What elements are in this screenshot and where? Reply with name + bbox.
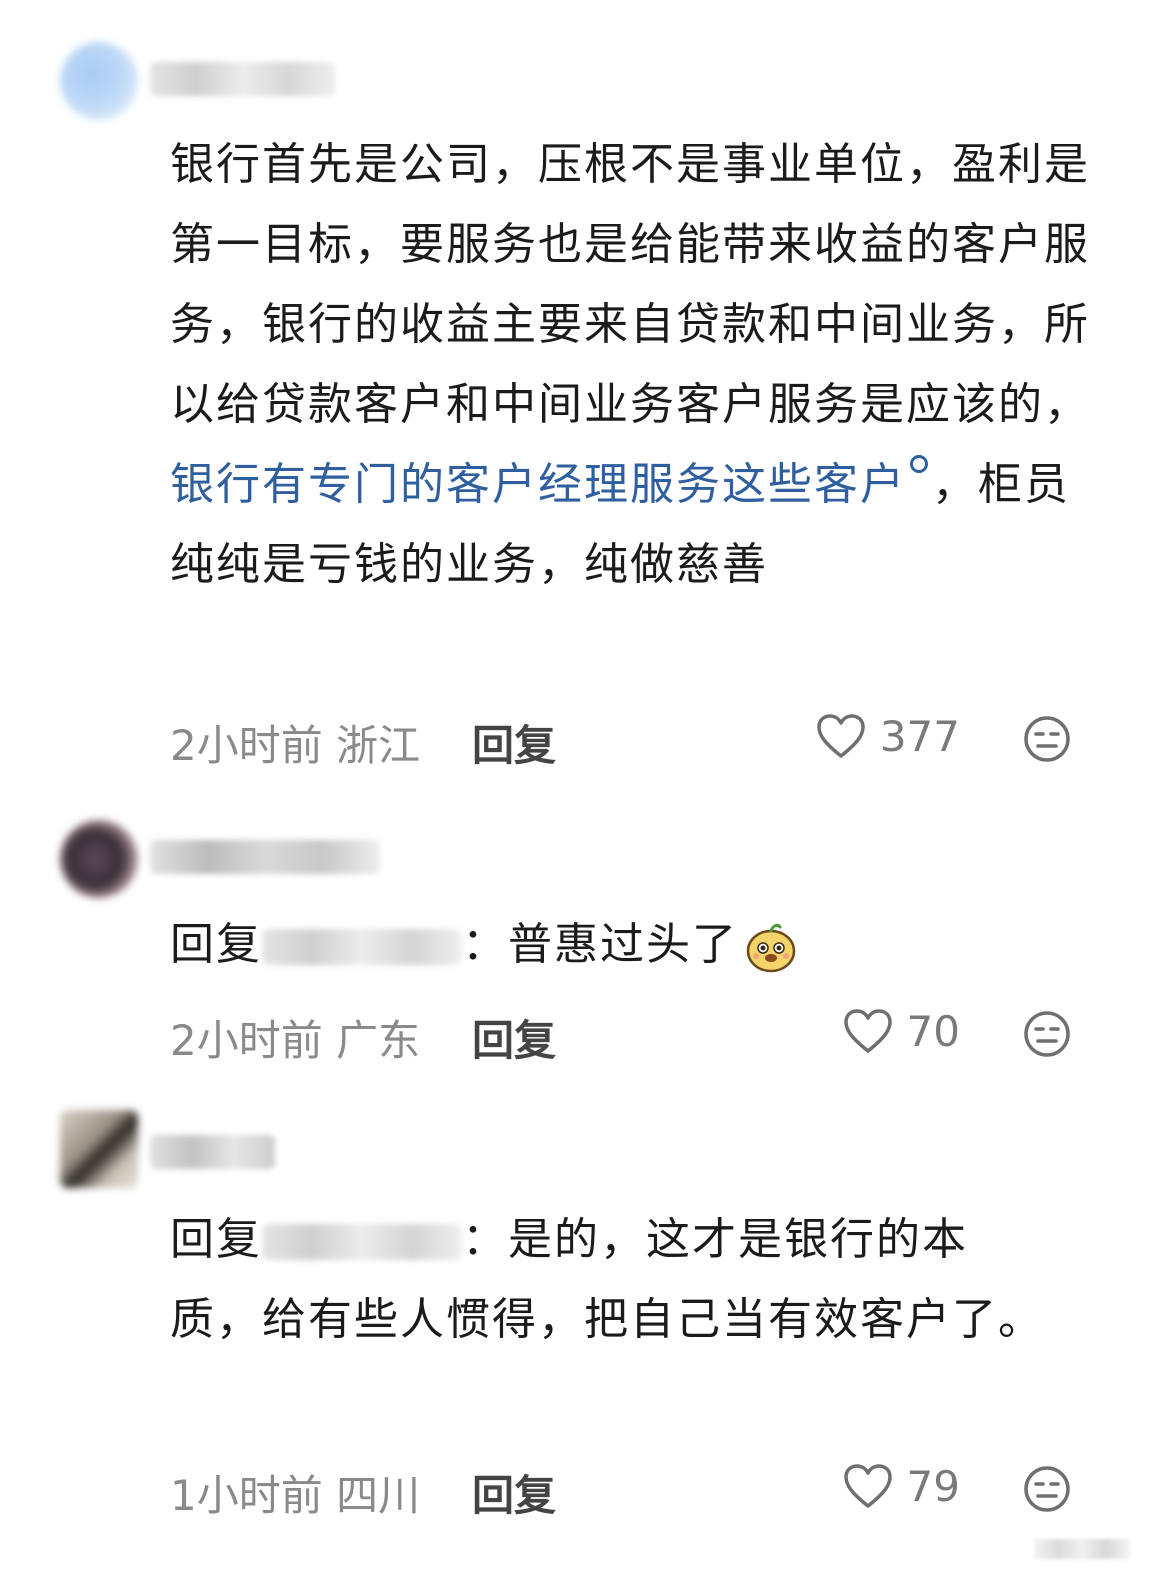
comment-meta: 1小时前 四川 回复 79: [170, 1462, 1090, 1522]
mentioned-username-blurred[interactable]: [262, 929, 462, 965]
heart-outline-icon[interactable]: [843, 1463, 893, 1510]
avatar[interactable]: [60, 42, 138, 120]
reply-colon: ：: [462, 919, 508, 970]
comment-meta: 2小时前 浙江 回复 377: [170, 712, 1090, 772]
avatar[interactable]: [60, 1110, 138, 1188]
timestamp: 2小时前: [170, 721, 323, 770]
timestamp-location: 2小时前 广东: [170, 1007, 420, 1068]
reply-button[interactable]: 回复: [472, 1462, 556, 1523]
location: 广东: [336, 1016, 421, 1065]
reply-button[interactable]: 回复: [472, 1007, 556, 1068]
mentioned-username-blurred[interactable]: [262, 1224, 462, 1260]
reply-prefix: 回复: [170, 919, 262, 970]
like-count: 377: [879, 712, 960, 761]
reply-prefix: 回复: [170, 1214, 262, 1265]
reply-colon: ：: [462, 1214, 508, 1265]
username-blurred[interactable]: [150, 1135, 275, 1169]
heart-outline-icon[interactable]: [816, 713, 866, 760]
search-icon[interactable]: [910, 455, 928, 473]
reply-button[interactable]: 回复: [472, 712, 556, 773]
username-blurred[interactable]: [150, 840, 380, 874]
neutral-face-icon[interactable]: [1022, 1464, 1072, 1514]
avatar[interactable]: [60, 820, 138, 898]
comment-body: 回复 ：是的，这才是银行的本质，给有些人惯得，把自己当有效客户了。: [170, 1200, 1050, 1360]
like-button[interactable]: 377: [816, 712, 960, 761]
location: 浙江: [336, 721, 421, 770]
search-link-text[interactable]: 银行有专门的客户经理服务这些客户: [170, 459, 906, 510]
like-button[interactable]: 70: [843, 1007, 960, 1056]
timestamp-location: 1小时前 四川: [170, 1462, 420, 1523]
watermark-blurred: [1034, 1539, 1130, 1559]
location: 四川: [336, 1471, 421, 1520]
search-link[interactable]: 银行有专门的客户经理服务这些客户: [170, 455, 932, 510]
neutral-face-icon[interactable]: [1022, 714, 1072, 764]
dislike-button[interactable]: [1022, 1464, 1072, 1524]
comment-meta: 2小时前 广东 回复 70: [170, 1007, 1090, 1067]
comment-body: 银行首先是公司，压根不是事业单位，盈利是第一目标，要服务也是给能带来收益的客户服…: [170, 125, 1110, 605]
like-count: 70: [906, 1007, 960, 1056]
timestamp: 1小时前: [170, 1471, 323, 1520]
comment-text: 银行首先是公司，压根不是事业单位，盈利是第一目标，要服务也是给能带来收益的客户服…: [170, 139, 1090, 430]
neutral-face-icon[interactable]: [1022, 1009, 1072, 1059]
comment-text: 普惠过头了: [508, 919, 738, 970]
timestamp: 2小时前: [170, 1016, 323, 1065]
username-blurred[interactable]: [150, 62, 335, 96]
timestamp-location: 2小时前 浙江: [170, 712, 420, 773]
dislike-button[interactable]: [1022, 1009, 1072, 1069]
smiling-face-sticker-icon: [746, 923, 796, 973]
like-count: 79: [906, 1462, 960, 1511]
dislike-button[interactable]: [1022, 714, 1072, 774]
heart-outline-icon[interactable]: [843, 1008, 893, 1055]
like-button[interactable]: 79: [843, 1462, 960, 1511]
comment-body: 回复 ：普惠过头了: [170, 905, 1110, 985]
